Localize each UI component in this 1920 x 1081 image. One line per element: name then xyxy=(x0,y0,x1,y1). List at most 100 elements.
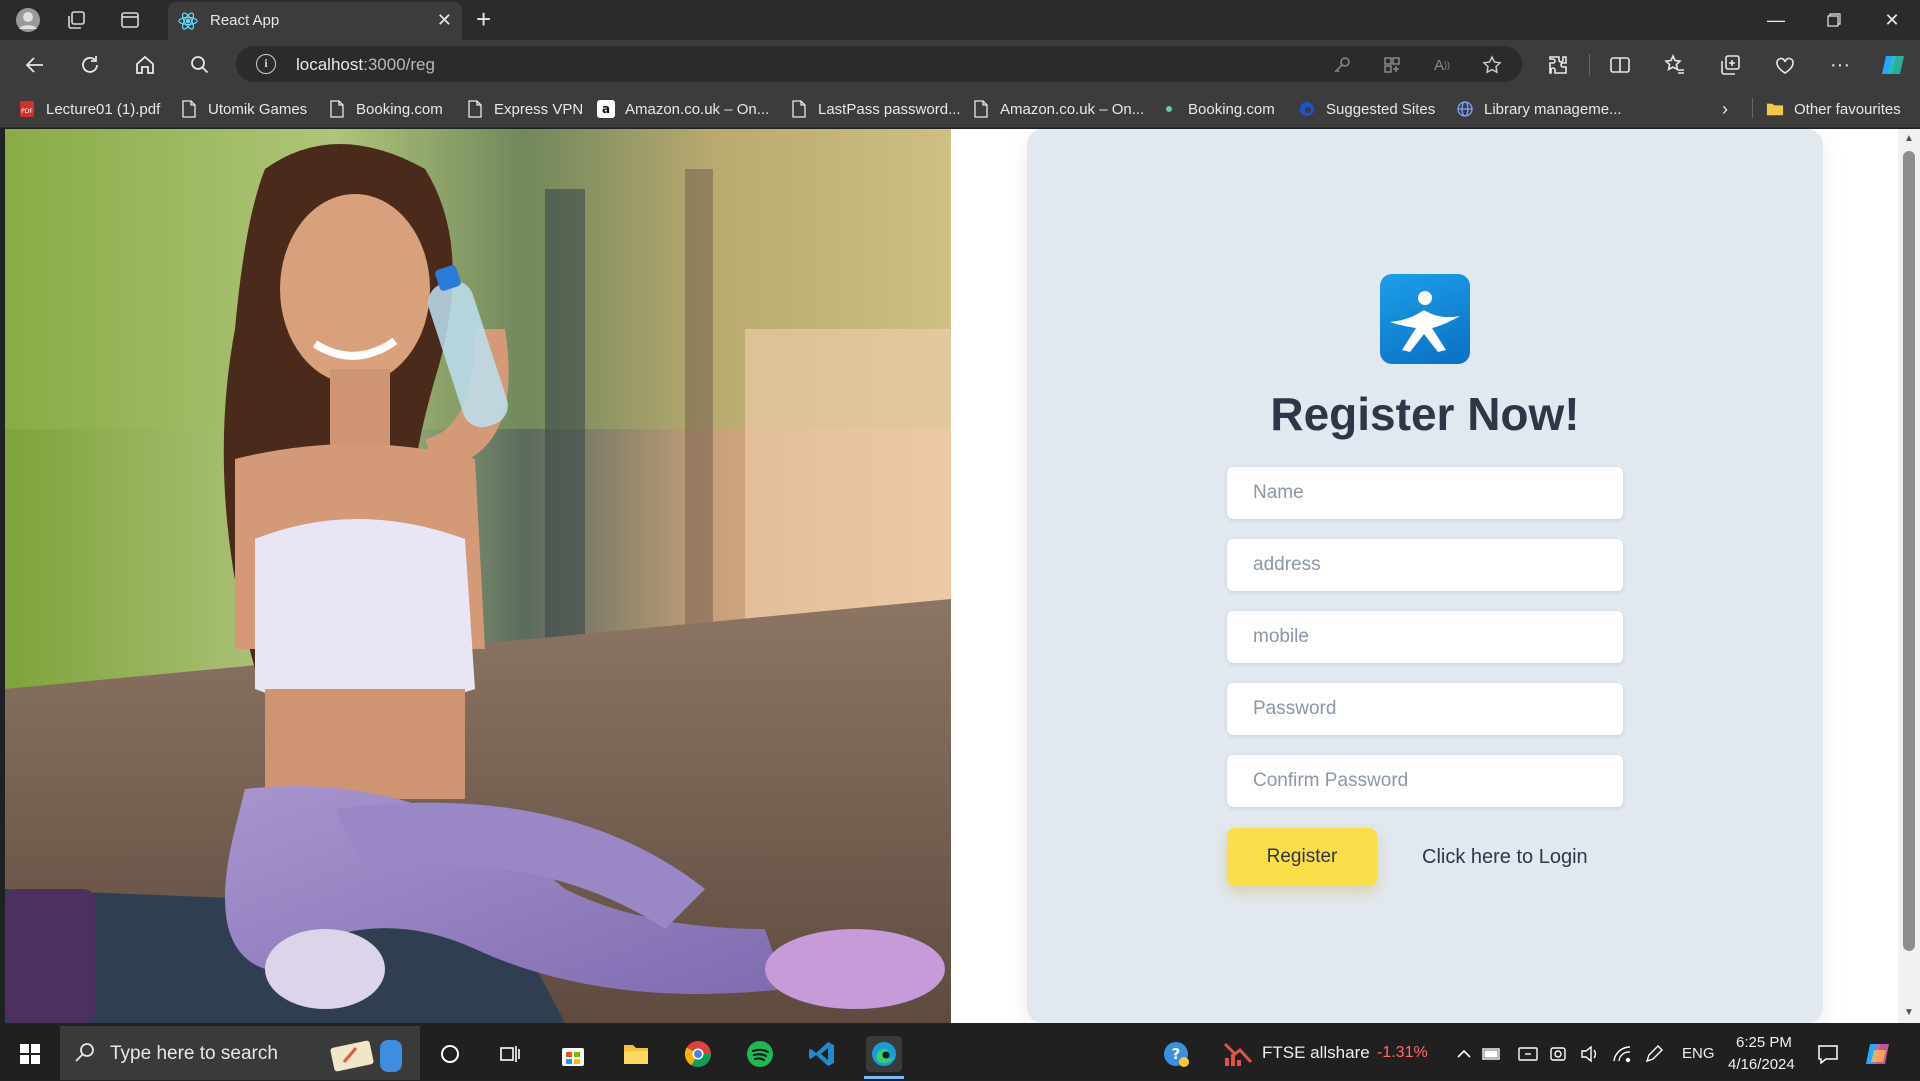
key-icon[interactable] xyxy=(1330,53,1354,77)
bookmark-booking-2[interactable]: Booking.com xyxy=(1160,98,1275,120)
page-scrollbar[interactable]: ▲ ▼ xyxy=(1898,129,1920,1023)
edge-icon xyxy=(1298,99,1316,119)
more-options-icon[interactable]: ··· xyxy=(1825,50,1855,80)
favorite-star-icon[interactable] xyxy=(1480,53,1504,77)
help-icon[interactable]: ? xyxy=(1158,1036,1194,1072)
browser-toolbar: i localhost:3000/reg A)) ··· xyxy=(0,40,1920,88)
page-title: Register Now! xyxy=(1270,388,1580,440)
bookmark-amazon-1[interactable]: a Amazon.co.uk – On... xyxy=(597,98,769,120)
scroll-up-icon[interactable]: ▲ xyxy=(1903,133,1915,145)
meet-now-icon[interactable] xyxy=(1516,1036,1540,1072)
scroll-down-icon[interactable]: ▼ xyxy=(1903,1007,1915,1019)
stock-change: -1.31% xyxy=(1377,1044,1428,1061)
split-screen-icon[interactable] xyxy=(1605,50,1635,80)
search-icon[interactable] xyxy=(185,50,215,80)
app-available-icon[interactable] xyxy=(1380,53,1404,77)
language-indicator[interactable]: ENG xyxy=(1682,1045,1715,1062)
scrollbar-thumb[interactable] xyxy=(1903,151,1915,951)
stock-name[interactable]: FTSE allshare xyxy=(1262,1043,1370,1063)
extensions-icon[interactable] xyxy=(1543,50,1573,80)
bookmark-label: Library manageme... xyxy=(1484,100,1622,118)
page-icon xyxy=(180,99,198,119)
bookmark-lastpass[interactable]: LastPass password... xyxy=(790,98,961,120)
vscode-icon[interactable] xyxy=(804,1036,840,1072)
bookmark-lecture01[interactable]: PDF Lecture01 (1).pdf xyxy=(18,98,160,120)
copilot-taskbar-icon[interactable] xyxy=(1860,1036,1896,1072)
address-url[interactable]: localhost:3000/reg xyxy=(296,55,435,75)
battery-icon[interactable] xyxy=(1480,1036,1504,1072)
copilot-icon[interactable] xyxy=(1878,50,1908,80)
bookmark-suggested-sites[interactable]: Suggested Sites xyxy=(1298,98,1435,120)
camera-icon[interactable] xyxy=(1548,1036,1572,1072)
workspaces-icon[interactable] xyxy=(62,6,90,34)
favorites-icon[interactable] xyxy=(1660,50,1690,80)
page-icon xyxy=(790,99,808,119)
minimize-icon[interactable]: — xyxy=(1748,4,1804,36)
tab-close-icon[interactable]: ✕ xyxy=(437,10,452,30)
stock-chart-icon xyxy=(1220,1036,1256,1072)
chrome-icon[interactable] xyxy=(680,1036,716,1072)
bookmarks-bar: PDF Lecture01 (1).pdf Utomik Games Booki… xyxy=(0,88,1920,128)
svg-text:?: ? xyxy=(1172,1045,1181,1063)
name-input[interactable] xyxy=(1227,467,1623,519)
back-arrow-icon[interactable] xyxy=(20,50,50,80)
cortana-icon[interactable] xyxy=(432,1036,468,1072)
windows-start-icon[interactable] xyxy=(12,1036,48,1072)
profile-avatar-icon[interactable] xyxy=(14,6,42,34)
bookmark-other-favourites[interactable]: Other favourites xyxy=(1766,98,1901,120)
read-aloud-icon[interactable]: A)) xyxy=(1430,53,1454,77)
collections-icon[interactable] xyxy=(1715,50,1745,80)
wifi-icon[interactable] xyxy=(1610,1036,1634,1072)
bookmark-library-management[interactable]: Library manageme... xyxy=(1456,98,1622,120)
pdf-icon: PDF xyxy=(18,99,36,119)
home-icon[interactable] xyxy=(130,50,160,80)
taskbar-search-box[interactable]: Type here to search xyxy=(60,1026,420,1080)
browser-title-bar: React App ✕ + — ✕ xyxy=(0,0,1920,40)
bookmark-utomik-games[interactable]: Utomik Games xyxy=(180,98,307,120)
tab-actions-icon[interactable] xyxy=(116,6,144,34)
browser-essentials-icon[interactable] xyxy=(1770,50,1800,80)
folder-icon xyxy=(1766,99,1784,119)
globe-icon xyxy=(1456,99,1474,119)
svg-text:PDF: PDF xyxy=(21,108,33,115)
volume-icon[interactable] xyxy=(1578,1036,1602,1072)
site-info-icon[interactable]: i xyxy=(256,54,276,74)
microsoft-store-icon[interactable] xyxy=(555,1036,591,1072)
pen-icon[interactable] xyxy=(1642,1036,1666,1072)
mobile-input[interactable] xyxy=(1227,611,1623,663)
clock-date[interactable]: 4/16/2024 xyxy=(1728,1056,1795,1073)
chevron-right-icon[interactable]: › xyxy=(1722,98,1728,120)
close-window-icon[interactable]: ✕ xyxy=(1864,4,1920,36)
clock-time[interactable]: 6:25 PM xyxy=(1736,1034,1792,1051)
search-highlight-icon xyxy=(322,1032,412,1081)
bookmarks-divider xyxy=(1752,98,1753,118)
bookmark-label: Other favourites xyxy=(1794,100,1901,118)
address-bar[interactable]: i localhost:3000/reg A)) xyxy=(236,46,1522,82)
bookmark-label: LastPass password... xyxy=(818,100,961,118)
windows-taskbar: Type here to search ? FTSE allshare -1.3… xyxy=(0,1026,1920,1080)
active-app-indicator xyxy=(864,1076,904,1079)
tab-react-app[interactable]: React App ✕ xyxy=(168,2,462,40)
register-button[interactable]: Register xyxy=(1227,828,1377,886)
notification-icon[interactable] xyxy=(1810,1036,1846,1072)
task-view-icon[interactable] xyxy=(492,1036,528,1072)
restore-icon[interactable] xyxy=(1806,4,1862,36)
confirm-password-input[interactable] xyxy=(1227,755,1623,807)
refresh-icon[interactable] xyxy=(75,50,105,80)
file-explorer-icon[interactable] xyxy=(618,1036,654,1072)
edge-taskbar-icon[interactable] xyxy=(866,1036,902,1072)
password-input[interactable] xyxy=(1227,683,1623,735)
show-hidden-icons-chevron-icon[interactable] xyxy=(1452,1036,1476,1072)
tab-title: React App xyxy=(210,12,280,29)
login-link[interactable]: Click here to Login xyxy=(1422,846,1588,869)
address-input[interactable] xyxy=(1227,539,1623,591)
bookmark-express-vpn[interactable]: Express VPN xyxy=(466,98,583,120)
bookmark-booking-1[interactable]: Booking.com xyxy=(328,98,443,120)
bookmark-label: Booking.com xyxy=(356,100,443,118)
bookmark-label: Express VPN xyxy=(494,100,584,118)
url-host: localhost xyxy=(296,55,364,74)
bookmark-label: Booking.com xyxy=(1188,100,1275,118)
new-tab-icon[interactable]: + xyxy=(476,6,491,32)
bookmark-amazon-2[interactable]: Amazon.co.uk – On... xyxy=(972,98,1144,120)
spotify-icon[interactable] xyxy=(742,1036,778,1072)
